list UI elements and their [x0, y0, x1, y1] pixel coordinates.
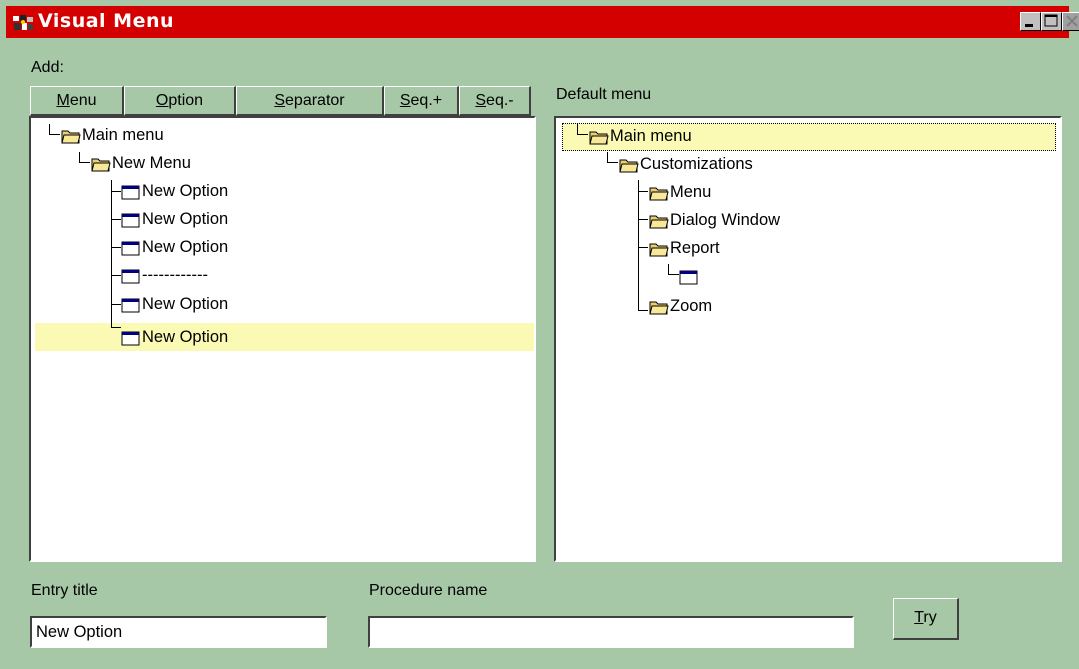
folder-icon — [589, 131, 609, 145]
minimize-button[interactable] — [1020, 12, 1041, 31]
menu-tree[interactable]: Main menu New Menu New Option New Option… — [29, 116, 536, 562]
maximize-button[interactable] — [1041, 12, 1062, 31]
tree-connector — [111, 247, 121, 248]
tree-connector — [638, 219, 648, 220]
procedure-name-label: Procedure name — [369, 582, 488, 599]
tree-node-separator[interactable]: ------------ — [121, 262, 208, 288]
tree-node-label: New Option — [142, 238, 229, 256]
window-icon — [121, 269, 140, 284]
tree-connector — [111, 191, 121, 192]
seq-plus-label-rest: eq.+ — [410, 92, 443, 109]
window-icon — [679, 270, 698, 285]
folder-icon — [649, 243, 669, 257]
window-icon — [121, 298, 140, 313]
tree-connector — [638, 247, 648, 248]
seq-plus-button[interactable]: Seq.+ — [384, 86, 459, 116]
default-node-zoom[interactable]: Zoom — [649, 293, 712, 319]
app-icon — [12, 14, 34, 32]
window-icon — [121, 185, 140, 200]
tree-node-label: New Menu — [112, 154, 191, 172]
add-option-label-rest: ption — [168, 92, 204, 109]
tree-node-main-menu[interactable]: Main menu — [61, 122, 164, 148]
tree-connector — [111, 219, 121, 220]
window-icon — [121, 241, 140, 256]
tree-node-label: Main menu — [82, 126, 164, 144]
seq-plus-mnemonic: S — [399, 92, 411, 109]
try-button[interactable]: Try — [893, 598, 959, 640]
tree-connector — [79, 152, 90, 163]
folder-icon — [649, 301, 669, 315]
tree-connector — [668, 264, 679, 275]
window-title: Visual Menu — [38, 10, 175, 32]
folder-icon — [649, 215, 669, 229]
tree-connector — [577, 124, 588, 135]
add-menu-label-rest: enu — [69, 92, 97, 109]
tree-node-option[interactable]: New Option — [121, 234, 228, 260]
default-node-main-menu[interactable]: Main menu — [589, 123, 692, 149]
tree-node-option[interactable]: New Option — [121, 178, 228, 204]
maximize-icon — [1044, 14, 1058, 27]
close-icon — [1066, 15, 1078, 27]
folder-icon — [619, 159, 639, 173]
tree-connector — [638, 191, 648, 192]
tree-node-label: Customizations — [640, 155, 753, 173]
entry-title-field[interactable]: New Option — [30, 616, 327, 648]
seq-minus-mnemonic: S — [475, 92, 487, 109]
tree-connector — [49, 124, 60, 135]
window-icon — [121, 331, 140, 346]
default-node-menu[interactable]: Menu — [649, 179, 711, 205]
tree-connector — [111, 275, 121, 276]
tree-connector — [111, 327, 121, 328]
add-menu-mnemonic: M — [56, 92, 70, 109]
default-menu-tree[interactable]: Main menu Customizations Menu Dialog Win… — [554, 116, 1062, 562]
tree-node-label: Report — [670, 239, 720, 257]
entry-title-label: Entry title — [31, 582, 98, 599]
tree-connector — [607, 152, 618, 163]
seq-minus-button[interactable]: Seq.- — [459, 86, 531, 116]
default-node-dialog-window[interactable]: Dialog Window — [649, 207, 780, 233]
tree-selection-highlight — [35, 323, 534, 351]
add-option-mnemonic: O — [155, 92, 169, 109]
try-label-rest: ry — [923, 609, 937, 626]
title-bar[interactable]: Visual Menu — [6, 6, 1079, 38]
default-menu-label: Default menu — [556, 86, 652, 103]
tree-node-option[interactable]: New Option — [121, 291, 228, 317]
tree-node-label: New Option — [142, 210, 229, 228]
window-icon — [121, 213, 140, 228]
add-separator-button[interactable]: Separator — [236, 86, 384, 116]
tree-connector — [111, 304, 121, 305]
seq-minus-label-rest: eq.- — [486, 92, 514, 109]
add-menu-button[interactable]: Menu — [30, 86, 124, 116]
tree-node-option-selected[interactable]: New Option — [121, 324, 228, 350]
folder-icon — [61, 130, 81, 144]
tree-node-label: New Option — [142, 182, 229, 200]
tree-node-label: ------------ — [142, 266, 208, 284]
tree-node-option[interactable]: New Option — [121, 206, 228, 232]
default-node-report-item[interactable] — [679, 263, 700, 289]
tree-node-label: Menu — [670, 183, 712, 201]
tree-node-label: Dialog Window — [670, 211, 781, 229]
minimize-icon — [1025, 24, 1033, 27]
visual-menu-window: Visual Menu Add: Menu Option Separator S… — [0, 0, 1079, 669]
default-node-report[interactable]: Report — [649, 235, 720, 261]
add-label: Add: — [31, 59, 64, 76]
default-node-customizations[interactable]: Customizations — [619, 151, 753, 177]
add-option-button[interactable]: Option — [124, 86, 236, 116]
tree-node-label: Zoom — [670, 297, 713, 315]
folder-icon — [91, 158, 111, 172]
tree-node-label: New Option — [142, 295, 229, 313]
tree-connector — [638, 180, 639, 310]
add-separator-mnemonic: S — [274, 92, 286, 109]
add-separator-label-rest: eparator — [285, 92, 345, 109]
close-button[interactable] — [1062, 12, 1079, 31]
tree-connector — [638, 298, 648, 311]
tree-node-label: New Option — [142, 328, 229, 346]
folder-icon — [649, 187, 669, 201]
procedure-name-field[interactable] — [368, 616, 854, 648]
tree-node-label: Main menu — [610, 127, 692, 145]
tree-node-new-menu[interactable]: New Menu — [91, 150, 191, 176]
